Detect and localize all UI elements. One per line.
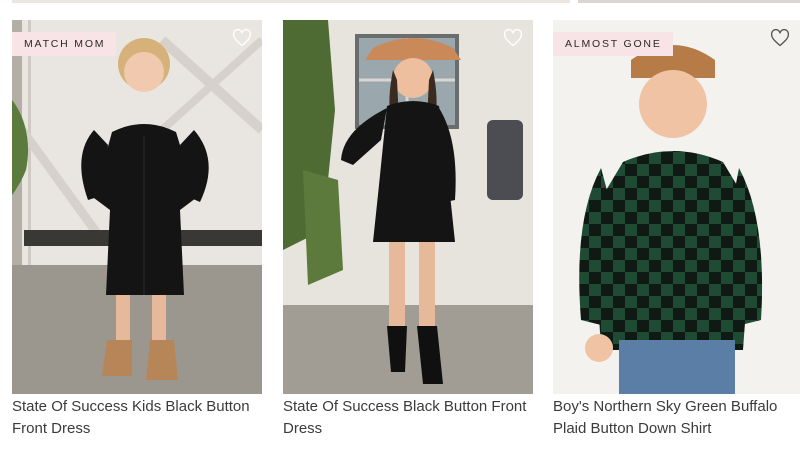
product-card[interactable]: ALMOST GONE Boy's Northern Sky Green Buf… [553,20,800,440]
product-photo-kids-dress [12,20,262,394]
badge-match-mom: MATCH MOM [12,32,117,56]
badge-almost-gone: ALMOST GONE [553,32,673,56]
product-image[interactable] [283,20,533,394]
product-image[interactable]: ALMOST GONE [553,20,800,394]
product-title[interactable]: State Of Success Black Button Front Dres… [283,396,531,440]
product-photo-women-dress [283,20,533,394]
product-title[interactable]: Boy's Northern Sky Green Buffalo Plaid B… [553,396,800,440]
previous-row-image-edge [578,0,800,3]
heart-outline-icon[interactable] [770,28,790,48]
previous-row-strip [0,0,800,4]
product-image[interactable]: MATCH MOM [12,20,262,394]
product-photo-boys-plaid-shirt [553,20,800,394]
product-card[interactable]: MATCH MOM State Of Success Kids Black Bu… [12,20,262,440]
heart-outline-icon[interactable] [503,28,523,48]
product-title[interactable]: State Of Success Kids Black Button Front… [12,396,260,440]
previous-row-image-edge [12,0,570,3]
heart-outline-icon[interactable] [232,28,252,48]
product-card[interactable]: State Of Success Black Button Front Dres… [283,20,533,440]
